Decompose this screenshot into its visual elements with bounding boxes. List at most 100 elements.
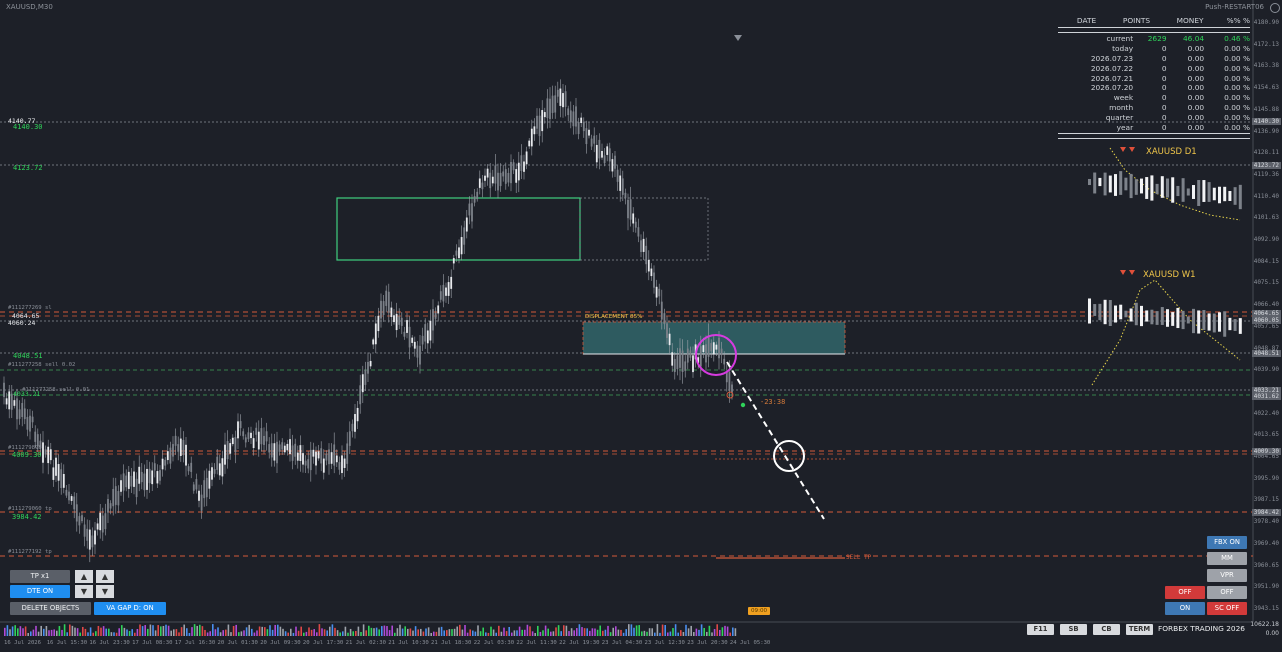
time-tick-label: 20 Jul 17:30 (302, 640, 344, 646)
order-label: #111277192 tp (8, 549, 52, 555)
price-tick-label: 3943.15 (1253, 604, 1279, 612)
stats-cell-points: 0 (1161, 122, 1167, 132)
arrow-up-icon[interactable]: ▲ (96, 570, 114, 583)
stats-cell-money: 0.00 (1187, 122, 1205, 132)
stats-row: current 2629 46.04 0.46 % (1058, 34, 1250, 44)
stats-cell-label: current (1106, 34, 1134, 44)
stats-cell-money: 0.00 (1187, 102, 1205, 112)
mtf-d1-title: XAUUSD D1 (1146, 147, 1197, 157)
stats-cell-money: 0.00 (1187, 63, 1205, 73)
time-tick-label: 16 Jul 15:30 (46, 640, 88, 646)
stats-cell-pct: 0.00 % (1224, 102, 1250, 112)
stats-cell-pct: 0.00 % (1224, 73, 1250, 83)
level-label: 4140.30 (13, 123, 43, 131)
cb-button[interactable]: CB (1093, 624, 1120, 635)
stats-cell-points: 0 (1161, 63, 1167, 73)
arrow-down-icon[interactable]: ▼ (75, 585, 93, 598)
stats-cell-pct: 0.00 % (1224, 44, 1250, 54)
stats-cell-points: 0 (1161, 73, 1167, 83)
order-label: #111277258 sell 0.01 (22, 387, 90, 393)
arrow-up-icon[interactable]: ▲ (75, 570, 93, 583)
stats-row: 2026.07.21 0 0.00 0.00 % (1058, 73, 1250, 83)
price-tick-label: 4128.11 (1253, 149, 1279, 157)
price-tick-label: 4075.15 (1253, 279, 1279, 287)
delete-objects-button[interactable]: DELETE OBJECTS (10, 602, 91, 615)
order-label: #111277258 sell 0.02 (8, 362, 76, 368)
dte-toggle-button[interactable]: DTE ON (10, 585, 70, 598)
session-chip: 09:00 (748, 607, 771, 615)
stats-cell-label: quarter (1105, 112, 1134, 122)
va-gap-toggle-button[interactable]: VA GAP D: ON (94, 602, 166, 615)
time-tick-label: 16 Jul 2026 (4, 640, 42, 646)
displacement-label: DISPLACEMENT 85% (585, 314, 643, 320)
stats-cell-pct: 0.00 % (1224, 53, 1250, 63)
stats-cell-pct: 0.46 % (1224, 34, 1250, 44)
stats-cell-money: 0.00 (1187, 93, 1205, 103)
time-tick-label: 20 Jul 01:30 (217, 640, 258, 646)
arrow-down-icon[interactable]: ▼ (96, 585, 114, 598)
price-tick-label: 4180.90 (1253, 19, 1279, 26)
stats-row: month 0 0.00 0.00 % (1058, 103, 1250, 113)
axis-bottom-value: 10622.18 (1250, 621, 1279, 628)
price-tick-label: 4110.40 (1253, 192, 1279, 200)
sell-tp-label: SELL TP (846, 554, 872, 561)
time-tick-label: 24 Jul 05:30 (729, 640, 771, 646)
level-label: 4009.30 (12, 451, 42, 459)
stats-cell-pct: 0.00 % (1224, 63, 1250, 73)
price-tick-label: 3987.15 (1253, 496, 1279, 504)
sb-button[interactable]: SB (1060, 624, 1087, 635)
sc-toggle-button[interactable]: SC OFF (1207, 602, 1247, 615)
stats-cell-label: 2026.07.22 (1090, 63, 1134, 73)
stats-cell-money: 0.00 (1187, 53, 1205, 63)
stats-row: week 0 0.00 0.00 % (1058, 93, 1250, 103)
price-box-label: 4009.30 (1251, 448, 1281, 455)
price-tick-label: 3951.90 (1253, 583, 1279, 591)
price-box-label: 3984.42 (1251, 509, 1281, 516)
stats-cell-label: year (1116, 122, 1134, 132)
price-box-label: 4031.62 (1251, 393, 1281, 400)
price-tick-label: 4119.36 (1253, 170, 1279, 178)
stats-cell-points: 0 (1161, 83, 1167, 93)
fbx-toggle-button[interactable]: FBX ON (1207, 536, 1247, 549)
price-tick-label: 4022.40 (1253, 409, 1279, 417)
stats-cell-pct: 0.00 % (1224, 122, 1250, 132)
vpr-button[interactable]: VPR (1207, 569, 1247, 582)
price-tick-label: 3978.40 (1253, 518, 1279, 526)
time-tick-label: 22 Jul 03:30 (473, 640, 515, 646)
stats-rule-top (1058, 27, 1250, 33)
off-red-button[interactable]: OFF (1165, 586, 1205, 599)
mtf-d1-candles (1088, 171, 1242, 210)
tp-multiplier-button[interactable]: TP x1 (10, 570, 70, 583)
price-tick-label: 4013.65 (1253, 431, 1279, 439)
on-button[interactable]: ON (1165, 602, 1205, 615)
mm-button[interactable]: MM (1207, 552, 1247, 565)
time-tick-label: 17 Jul 16:30 (174, 640, 216, 646)
clock-icon[interactable] (1270, 3, 1280, 13)
f11-button[interactable]: F11 (1027, 624, 1054, 635)
stats-row: 2026.07.22 0 0.00 0.00 % (1058, 63, 1250, 73)
stats-cell-points: 0 (1161, 53, 1167, 63)
price-box-label: 4140.30 (1251, 118, 1281, 125)
price-tick-label: 4092.90 (1253, 236, 1279, 243)
stats-cell-label: today (1112, 44, 1134, 54)
price-tick-label: 4172.13 (1253, 40, 1279, 48)
time-tick-label: 23 Jul 20:30 (687, 640, 728, 646)
level-label: 4123.72 (13, 164, 43, 172)
stats-cell-label: 2026.07.20 (1090, 83, 1134, 93)
trading-window: XAUUSD,M30 Push-RESTART06 DATE POINTS MO… (0, 0, 1282, 652)
off-gray-button[interactable]: OFF (1207, 586, 1247, 599)
price-tick-label: 4154.63 (1253, 84, 1279, 92)
stats-row: today 0 0.00 0.00 % (1058, 44, 1250, 54)
footer-brand: FORBEX TRADING 2026 (1157, 624, 1245, 633)
term-button[interactable]: TERM (1126, 624, 1153, 635)
level-label: 4048.51 (13, 352, 43, 360)
stats-cell-points: 2629 (1147, 34, 1167, 44)
stats-cell-pct: 0.00 % (1224, 112, 1250, 122)
stats-row: year 0 0.00 0.00 % (1058, 122, 1250, 132)
time-tick-label: 23 Jul 12:30 (644, 640, 685, 646)
stats-cell-pct: 0.00 % (1224, 93, 1250, 103)
time-tick-label: 16 Jul 23:30 (89, 640, 130, 646)
stats-header-pct: %% % (1226, 16, 1250, 25)
stats-cell-points: 0 (1161, 93, 1167, 103)
time-tick-label: 17 Jul 08:30 (132, 640, 173, 646)
